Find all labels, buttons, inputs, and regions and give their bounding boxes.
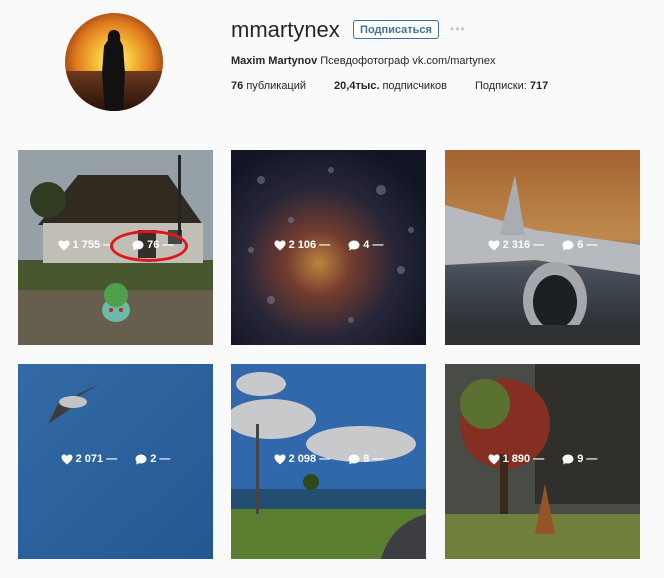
comments-count: 8 — (348, 453, 383, 465)
heart-icon (274, 240, 286, 250)
post-tile-4[interactable]: 2 071 — 2 — (18, 364, 213, 559)
likes-count: 1 890 — (488, 453, 544, 465)
comment-icon (348, 454, 360, 464)
pokemon-figure (102, 283, 130, 322)
following-count[interactable]: Подписки: 717 (475, 80, 548, 92)
post-tile-1[interactable]: 1 755 — 76 — (18, 150, 213, 345)
comments-count: 4 — (348, 239, 383, 251)
heart-icon (61, 454, 73, 464)
username: mmartynex (231, 17, 340, 42)
post-counts: 2 071 — 2 — (18, 453, 213, 465)
likes-count: 2 316 — (488, 239, 544, 251)
heart-icon (488, 240, 500, 250)
post-counts: 2 106 — 4 — (231, 239, 426, 251)
followers-count[interactable]: 20,4тыс. подписчиков (334, 80, 447, 92)
comment-icon (135, 454, 147, 464)
profile-stats: 76 публикаций 20,4тыс. подписчиков Подпи… (231, 80, 576, 92)
bio: Maxim Martynov Псевдофотограф vk.com/mar… (231, 55, 496, 67)
posts-count: 76 публикаций (231, 80, 307, 92)
comments-count: 9 — (562, 453, 597, 465)
heart-icon (58, 240, 70, 250)
comment-icon (562, 240, 574, 250)
post-counts: 1 890 — 9 — (445, 453, 640, 465)
comments-count: 6 — (562, 239, 597, 251)
likes-count: 2 098 — (274, 453, 330, 465)
likes-count: 2 106 — (274, 239, 330, 251)
comments-count: 2 — (135, 453, 170, 465)
post-tile-5[interactable]: 2 098 — 8 — (231, 364, 426, 559)
bio-text: Псевдофотограф vk.com/martynex (320, 55, 496, 67)
post-counts: 2 098 — 8 — (231, 453, 426, 465)
likes-count: 2 071 — (61, 453, 117, 465)
heart-icon (274, 454, 286, 464)
comment-icon (348, 240, 360, 250)
heart-icon (488, 454, 500, 464)
post-tile-2[interactable]: 2 106 — 4 — (231, 150, 426, 345)
highlight-circle (110, 230, 188, 262)
more-options-button[interactable]: ••• (450, 22, 466, 36)
post-tile-3[interactable]: 2 316 — 6 — (445, 150, 640, 345)
post-counts: 2 316 — 6 — (445, 239, 640, 251)
comment-icon (562, 454, 574, 464)
likes-count: 1 755 — (58, 239, 114, 251)
follow-button[interactable]: Подписаться (353, 20, 439, 39)
avatar (65, 13, 163, 111)
post-tile-6[interactable]: 1 890 — 9 — (445, 364, 640, 559)
full-name: Maxim Martynov (231, 55, 318, 67)
